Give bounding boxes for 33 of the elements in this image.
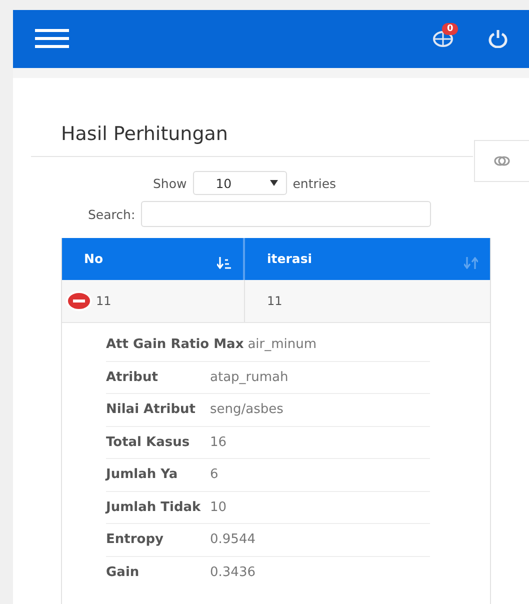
menu-icon[interactable] xyxy=(35,28,69,50)
detail-value: 0.3436 xyxy=(210,564,256,580)
detail-label: Atribut xyxy=(106,370,159,385)
show-label: Show xyxy=(153,176,187,190)
notification-badge: 0 xyxy=(442,23,458,35)
entries-dropdown[interactable]: 10 xyxy=(192,171,287,195)
power-icon[interactable] xyxy=(487,30,509,48)
detail-label: Entropy xyxy=(106,532,164,548)
column-header[interactable]: iterasi xyxy=(245,238,490,280)
panel-title: Hasil Perhitungan xyxy=(61,123,229,145)
detail-value: 6 xyxy=(210,467,218,482)
search-label: Search: xyxy=(88,206,136,222)
detail-label: Jumlah Ya xyxy=(106,467,179,482)
detail-value: 16 xyxy=(210,434,227,450)
globe-icon[interactable] xyxy=(433,31,453,47)
detail-label: Gain xyxy=(106,564,140,580)
detail-label: Att Gain Ratio Max xyxy=(106,337,244,352)
table-cell: 11 xyxy=(96,294,112,308)
detail-value: 10 xyxy=(210,500,227,515)
collapse-icon[interactable] xyxy=(66,291,92,311)
detail-value: air_minum xyxy=(248,337,317,352)
caret-icon xyxy=(270,180,278,186)
table-cell: 11 xyxy=(267,294,282,308)
detail-value: atap_rumah xyxy=(210,370,288,385)
detail-value: seng/asbes xyxy=(210,402,284,418)
detail-label: Nilai Atribut xyxy=(106,402,196,418)
detail-label: Total Kasus xyxy=(106,434,191,450)
detail-value: 0.9544 xyxy=(210,532,256,548)
link-icon xyxy=(494,154,510,168)
detail-label: Jumlah Tidak xyxy=(106,500,202,515)
entries-label: entries xyxy=(292,176,336,190)
side-tab[interactable] xyxy=(474,140,529,182)
search-field[interactable] xyxy=(141,201,432,227)
